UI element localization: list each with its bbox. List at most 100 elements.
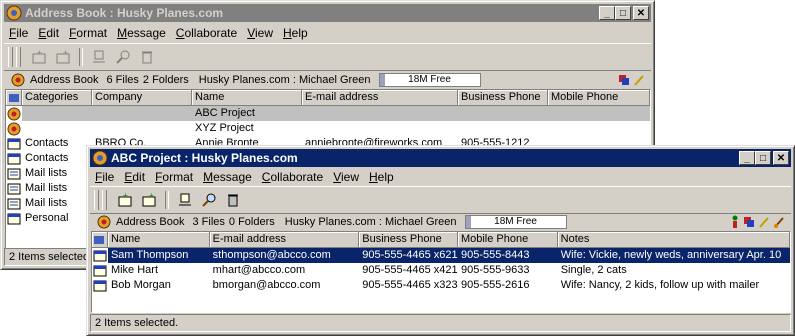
- column-header[interactable]: Name: [107, 232, 210, 248]
- info-label: Address Book: [116, 216, 185, 228]
- minimize-button[interactable]: _: [599, 6, 615, 20]
- address-book-icon: [11, 73, 25, 87]
- front-toolbar: + +: [90, 186, 791, 214]
- column-header[interactable]: Mobile Phone: [457, 232, 558, 248]
- cell-email: mhart@abcco.com: [212, 264, 306, 276]
- header-icon-column[interactable]: [6, 90, 22, 106]
- cell-mobile: 905-555-9633: [460, 264, 530, 276]
- menu-collaborate[interactable]: Collaborate: [171, 26, 242, 40]
- cell-phone: 905-555-4465 x323: [362, 279, 458, 291]
- info-user: Husky Planes.com : Michael Green: [198, 74, 371, 86]
- new-list-icon[interactable]: +: [54, 48, 72, 66]
- column-header[interactable]: Notes: [557, 232, 790, 248]
- menu-format[interactable]: Format: [150, 170, 198, 184]
- card-icon: [6, 211, 22, 226]
- maximize-button[interactable]: □: [615, 6, 631, 20]
- cell-email: [302, 106, 458, 121]
- new-list-icon[interactable]: +: [140, 191, 158, 209]
- info-folders: 0 Folders: [228, 216, 275, 228]
- front-statusbar: 2 Items selected.: [90, 314, 791, 332]
- card-icon: [6, 136, 22, 151]
- menu-edit[interactable]: Edit: [33, 26, 64, 40]
- cell-phone: 905-555-4465 x421: [362, 264, 458, 276]
- menu-view[interactable]: View: [242, 26, 278, 40]
- brush-icon[interactable]: [773, 216, 785, 228]
- back-menubar: File Edit Format Message Collaborate Vie…: [4, 24, 651, 42]
- cell-email: sthompson@abcco.com: [209, 248, 360, 263]
- cell-category: Mail lists: [25, 167, 68, 179]
- delete-icon[interactable]: [224, 191, 242, 209]
- cell-email: bmorgan@abcco.com: [212, 279, 321, 291]
- menu-help[interactable]: Help: [278, 26, 313, 40]
- cell-company: [92, 121, 192, 136]
- column-header[interactable]: Business Phone: [359, 232, 458, 248]
- cell-name: Bob Morgan: [110, 279, 171, 291]
- front-window[interactable]: ABC Project : Husky Planes.com _ □ ✕ Fil…: [86, 145, 795, 336]
- close-button[interactable]: ✕: [633, 6, 649, 20]
- person-status-icon[interactable]: [730, 215, 740, 229]
- column-header[interactable]: Mobile Phone: [548, 90, 650, 106]
- new-contact-icon[interactable]: +: [30, 48, 48, 66]
- minimize-button[interactable]: _: [739, 151, 755, 165]
- cell-mobile: [548, 121, 650, 136]
- column-header[interactable]: Company: [92, 90, 192, 106]
- maximize-button[interactable]: □: [755, 151, 771, 165]
- card-icon: [6, 151, 22, 166]
- table-row[interactable]: Mike Hart mhart@abcco.com 905-555-4465 x42…: [92, 263, 790, 278]
- cell-phone: 905-555-4465 x621: [359, 248, 458, 263]
- pencil-icon[interactable]: [633, 74, 645, 86]
- cell-company: [92, 106, 192, 121]
- table-row[interactable]: Sam Thompson sthompson@abcco.com 905-555-4…: [92, 248, 790, 263]
- menu-message[interactable]: Message: [198, 170, 257, 184]
- cell-mobile: [548, 106, 650, 121]
- list-icon: [6, 181, 22, 196]
- table-row[interactable]: Bob Morgan bmorgan@abcco.com 905-555-4465 …: [92, 278, 790, 293]
- table-row[interactable]: XYZ Project: [6, 121, 650, 136]
- cell-category: [22, 106, 92, 121]
- menu-view[interactable]: View: [328, 170, 364, 184]
- find-icon[interactable]: [200, 191, 218, 209]
- cell-category: [22, 121, 92, 136]
- menu-message[interactable]: Message: [112, 26, 171, 40]
- header-icon-column[interactable]: [92, 232, 108, 248]
- card-icon: [92, 248, 108, 263]
- find-icon[interactable]: [114, 48, 132, 66]
- svg-text:+: +: [37, 49, 42, 57]
- address-book-icon: [97, 215, 111, 229]
- column-header[interactable]: E-mail address: [302, 90, 458, 106]
- cell-name: ABC Project: [192, 106, 302, 121]
- new-contact-icon[interactable]: +: [116, 191, 134, 209]
- column-header[interactable]: Name: [192, 90, 302, 106]
- column-header[interactable]: Business Phone: [458, 90, 548, 106]
- menu-collaborate[interactable]: Collaborate: [257, 170, 328, 184]
- menu-format[interactable]: Format: [64, 26, 112, 40]
- pencil-icon[interactable]: [758, 216, 770, 228]
- close-button[interactable]: ✕: [773, 151, 789, 165]
- cell-mobile: 905-555-8443: [457, 248, 558, 263]
- table-header: Categories Company Name E-mail address B…: [6, 90, 650, 106]
- list-icon: [6, 166, 22, 181]
- properties-icon[interactable]: [176, 191, 194, 209]
- menu-help[interactable]: Help: [364, 170, 399, 184]
- info-files: 6 Files: [106, 74, 139, 86]
- cell-phone: [458, 121, 548, 136]
- column-header[interactable]: E-mail address: [209, 232, 360, 248]
- delete-icon[interactable]: [138, 48, 156, 66]
- card-header-icon: [8, 93, 19, 102]
- svg-text:+: +: [63, 49, 68, 57]
- menu-file[interactable]: File: [90, 170, 119, 184]
- column-header[interactable]: Categories: [22, 90, 92, 106]
- table-row[interactable]: ABC Project: [6, 106, 650, 121]
- back-titlebar[interactable]: Address Book : Husky Planes.com _ □ ✕: [4, 4, 651, 22]
- menu-edit[interactable]: Edit: [119, 170, 150, 184]
- sync-icon[interactable]: [618, 74, 630, 86]
- cell-email: [302, 121, 458, 136]
- app-icon: [6, 5, 22, 21]
- properties-icon[interactable]: [90, 48, 108, 66]
- menu-file[interactable]: File: [4, 26, 33, 40]
- cell-category: Mail lists: [25, 182, 68, 194]
- front-titlebar[interactable]: ABC Project : Husky Planes.com _ □ ✕: [90, 149, 791, 167]
- info-user: Husky Planes.com : Michael Green: [284, 216, 457, 228]
- sync-icon[interactable]: [743, 216, 755, 228]
- free-space-meter: 18M Free: [464, 215, 567, 229]
